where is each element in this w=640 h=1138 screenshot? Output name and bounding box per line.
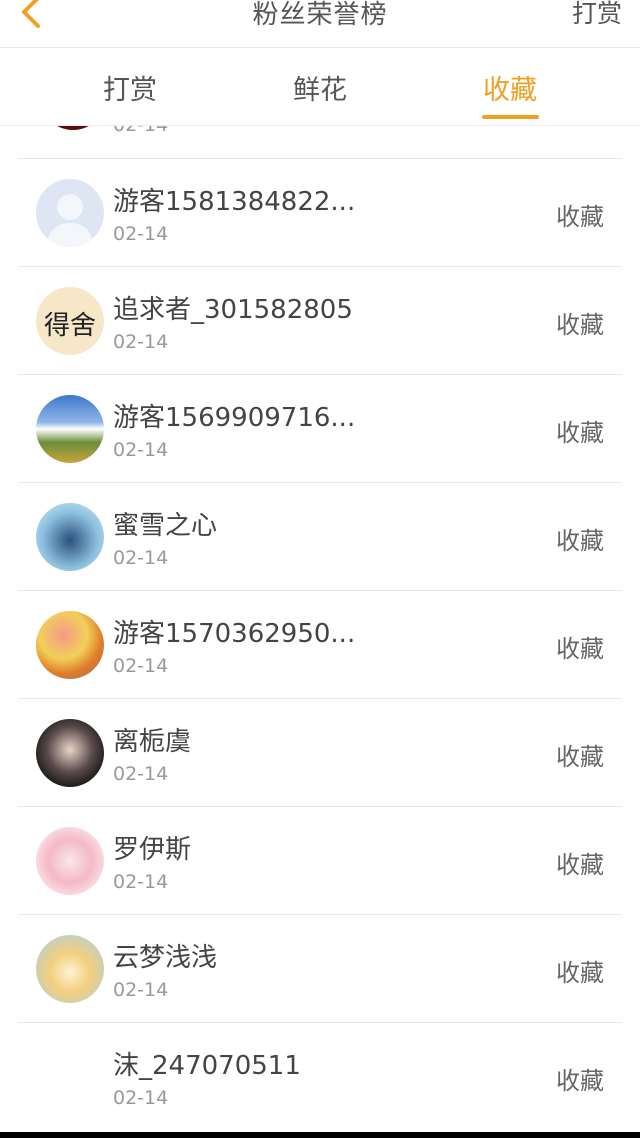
avatar (36, 935, 104, 1003)
item-name: 云梦浅浅 (113, 943, 218, 973)
avatar (36, 611, 104, 679)
avatar (36, 395, 104, 463)
item-date: 02-14 (113, 871, 169, 893)
bottom-edge (0, 1132, 640, 1138)
item-tag: 收藏 (556, 203, 604, 231)
avatar (36, 719, 104, 787)
tab-bar: 打赏 鲜花 收藏 (0, 48, 640, 126)
item-name: 沫_247070511 (113, 1051, 301, 1081)
item-name: 游客1570362950... (113, 619, 356, 649)
list-item[interactable]: 沫_247070511 02-14 收藏 (18, 1023, 622, 1131)
fan-list[interactable]: 02-14 游客1581384822... 02-14 收藏 得舍 追求者_30… (0, 126, 640, 1132)
avatar (40, 126, 106, 130)
tab-flowers[interactable]: 鲜花 (260, 68, 380, 107)
page-title: 粉丝荣誉榜 (252, 0, 388, 30)
item-date: 02-14 (113, 439, 169, 461)
item-date: 02-14 (113, 979, 169, 1001)
item-date: 02-14 (113, 1087, 169, 1109)
list-item[interactable]: 云梦浅浅 02-14 收藏 (18, 915, 622, 1023)
list-item[interactable]: 游客1569909716... 02-14 收藏 (18, 375, 622, 483)
list-item[interactable]: 离栀虞 02-14 收藏 (18, 699, 622, 807)
avatar (36, 503, 104, 571)
avatar (36, 827, 104, 895)
list-item[interactable]: 罗伊斯 02-14 收藏 (18, 807, 622, 915)
item-tag: 收藏 (556, 527, 604, 555)
tip-button[interactable]: 打赏 (572, 0, 622, 30)
avatar (36, 179, 104, 247)
item-date: 02-14 (113, 331, 169, 353)
list-item[interactable]: 游客1581384822... 02-14 收藏 (18, 159, 622, 267)
item-name: 罗伊斯 (113, 835, 192, 865)
list-item[interactable]: 得舍 追求者_301582805 02-14 收藏 (18, 267, 622, 375)
item-tag: 收藏 (556, 851, 604, 879)
tab-favorites[interactable]: 收藏 (450, 68, 570, 107)
item-name: 蜜雪之心 (113, 511, 218, 541)
item-tag: 收藏 (556, 959, 604, 987)
item-date: 02-14 (113, 655, 169, 677)
list-item[interactable]: 游客1570362950... 02-14 收藏 (18, 591, 622, 699)
tab-tip[interactable]: 打赏 (70, 68, 190, 107)
item-tag: 收藏 (556, 635, 604, 663)
list-item[interactable]: 蜜雪之心 02-14 收藏 (18, 483, 622, 591)
list-item[interactable]: 02-14 (18, 126, 622, 159)
header-bar: 粉丝荣誉榜 打赏 (0, 0, 640, 48)
calligraphy-text: 得舍 (43, 311, 96, 341)
item-tag: 收藏 (556, 1067, 604, 1095)
item-name: 追求者_301582805 (113, 295, 353, 325)
item-name: 游客1581384822... (113, 187, 356, 217)
item-tag: 收藏 (556, 419, 604, 447)
item-date: 02-14 (113, 223, 169, 245)
active-tab-indicator (482, 115, 539, 119)
item-tag: 收藏 (556, 311, 604, 339)
avatar: 得舍 (36, 287, 104, 355)
item-date: 02-14 (113, 547, 169, 569)
item-name: 离栀虞 (113, 727, 192, 757)
item-date: 02-14 (113, 763, 169, 785)
item-date: 02-14 (113, 126, 168, 136)
default-user-icon (46, 194, 94, 247)
item-tag: 收藏 (556, 743, 604, 771)
item-name: 游客1569909716... (113, 403, 356, 433)
